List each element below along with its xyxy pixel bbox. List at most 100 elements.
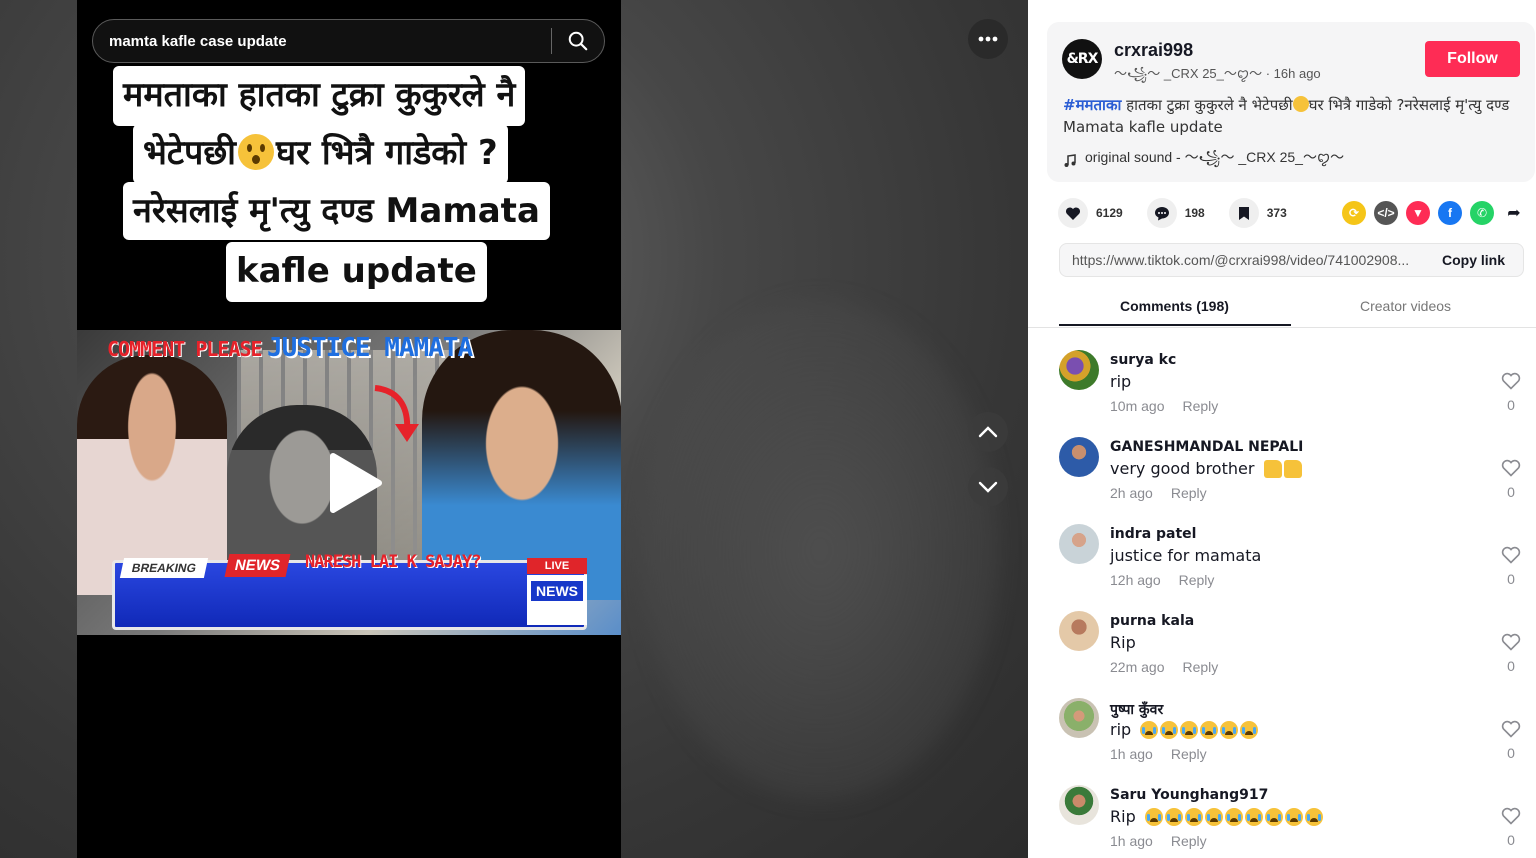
comment-username[interactable]: GANESHMANDAL NEPALI <box>1110 439 1303 455</box>
repost-icon[interactable]: ⟳ <box>1342 201 1366 225</box>
comment-text: very good brother <box>1110 459 1302 478</box>
video-url[interactable]: https://www.tiktok.com/@crxrai998/video/… <box>1060 252 1430 268</box>
reply-button[interactable]: Reply <box>1171 485 1207 501</box>
search-bar[interactable]: mamta kafle case update <box>92 19 605 63</box>
red-arrow-icon <box>374 385 419 442</box>
comment-body: Rip <box>1110 807 1136 826</box>
heart-outline-icon[interactable] <box>1501 720 1521 738</box>
previous-video-button[interactable] <box>968 412 1008 452</box>
comment-like[interactable]: 0 <box>1499 720 1523 761</box>
background-blur <box>640 300 1000 800</box>
avatar[interactable] <box>1059 611 1099 651</box>
comment-meta: 10m ago Reply <box>1110 398 1218 414</box>
thumbnail-comment-text: COMMENT PLEASE <box>107 337 263 361</box>
avatar[interactable] <box>1059 785 1099 825</box>
author-username[interactable]: crxrai998 <box>1114 40 1193 61</box>
embed-icon[interactable]: </> <box>1374 201 1398 225</box>
video-description: #ममताका हातका टुक्रा कुकुरले नै भेटेपछी घ… <box>1063 94 1523 138</box>
crying-face-icon <box>1184 807 1203 826</box>
comment-time: 1h ago <box>1110 833 1153 849</box>
next-video-button[interactable] <box>968 467 1008 507</box>
comment-item: Saru Younghang917 Rip 1h ago Reply 0 <box>1059 775 1521 855</box>
avatar[interactable] <box>1059 437 1099 477</box>
author-subline: 〜꧁〜 _CRX 25_〜ꨄ〜 · 16h ago <box>1114 66 1321 81</box>
comment-item: indra patel justice for mamata 12h ago Re… <box>1059 514 1521 594</box>
send-to-friends-icon[interactable]: ▼ <box>1406 201 1430 225</box>
comment-like-count: 0 <box>1507 397 1515 413</box>
reply-button[interactable]: Reply <box>1171 833 1207 849</box>
comment-time: 2h ago <box>1110 485 1153 501</box>
comment-tabs: Comments (198) Creator videos <box>1028 288 1536 328</box>
reply-button[interactable]: Reply <box>1182 398 1218 414</box>
search-icon[interactable] <box>552 30 604 52</box>
breaking-label: BREAKING <box>119 558 209 578</box>
avatar[interactable] <box>1059 524 1099 564</box>
crying-face-icon <box>1140 720 1159 739</box>
hashtag-link[interactable]: #ममताका <box>1063 96 1121 114</box>
tab-comments[interactable]: Comments (198) <box>1120 298 1229 314</box>
comment-username[interactable]: surya kc <box>1110 352 1176 368</box>
comment-body: justice for mamata <box>1110 546 1262 565</box>
comment-like-count: 0 <box>1507 832 1515 848</box>
more-options-button[interactable] <box>968 19 1008 59</box>
author-avatar[interactable]: &RX <box>1062 39 1102 79</box>
video-stage: mamta kafle case update ममताका हातका टुक… <box>0 0 1028 858</box>
comment-username[interactable]: purna kala <box>1110 613 1194 629</box>
follow-button[interactable]: Follow <box>1425 41 1520 77</box>
comment-like[interactable]: 0 <box>1499 372 1523 413</box>
comment-stat[interactable]: 198 <box>1146 198 1205 228</box>
reply-button[interactable]: Reply <box>1179 572 1215 588</box>
comment-username[interactable]: पुष्पा कुँवर <box>1110 700 1163 719</box>
facebook-icon[interactable]: f <box>1438 201 1462 225</box>
crying-face-icon <box>1224 807 1243 826</box>
comment-like[interactable]: 0 <box>1499 459 1523 500</box>
comment-like[interactable]: 0 <box>1499 633 1523 674</box>
heart-outline-icon[interactable] <box>1501 459 1521 477</box>
heart-icon[interactable] <box>1058 198 1088 228</box>
comment-username[interactable]: indra patel <box>1110 526 1196 542</box>
play-icon[interactable] <box>327 452 383 514</box>
share-icons: ⟳ </> ▼ f ✆ ➦ <box>1342 201 1526 225</box>
chevron-down-icon <box>978 481 998 493</box>
heart-outline-icon[interactable] <box>1501 372 1521 390</box>
whatsapp-icon[interactable]: ✆ <box>1470 201 1494 225</box>
share-arrow-icon[interactable]: ➦ <box>1502 201 1526 225</box>
tab-creator-videos[interactable]: Creator videos <box>1360 298 1451 314</box>
surprised-face-icon <box>238 134 274 170</box>
comment-time: 10m ago <box>1110 398 1165 414</box>
crying-face-icon <box>1220 720 1239 739</box>
sound-link[interactable]: original sound - 〜꧁〜 _CRX 25_〜ꨄ〜 <box>1063 146 1344 175</box>
save-count: 373 <box>1266 206 1287 220</box>
thumbnail-question-text: NARESH LAI K SAJAY? <box>305 552 481 572</box>
avatar[interactable] <box>1059 698 1099 738</box>
search-query[interactable]: mamta kafle case update <box>93 33 551 50</box>
crying-face-icon <box>1144 807 1163 826</box>
heart-outline-icon[interactable] <box>1501 807 1521 825</box>
save-stat[interactable]: 373 <box>1228 198 1287 228</box>
comment-item: GANESHMANDAL NEPALI very good brother 2h… <box>1059 427 1521 507</box>
details-panel: &RX crxrai998 〜꧁〜 _CRX 25_〜ꨄ〜 · 16h ago … <box>1028 0 1536 858</box>
reply-button[interactable]: Reply <box>1182 659 1218 675</box>
video-caption-line-3: नरेसलाई मृ'त्यु दण्ड Mamata <box>123 182 550 240</box>
crying-face-icon <box>1204 807 1223 826</box>
engagement-stats: 6129 198 373 <box>1058 198 1311 228</box>
crying-face-icon <box>1180 720 1199 739</box>
comment-item: पुष्पा कुँवर rip 1h ago Reply 0 <box>1059 688 1521 768</box>
like-stat[interactable]: 6129 <box>1058 198 1123 228</box>
video-caption-line-4: kafle update <box>226 242 487 302</box>
comment-icon[interactable] <box>1146 198 1177 228</box>
comment-like[interactable]: 0 <box>1499 546 1523 587</box>
comment-username[interactable]: Saru Younghang917 <box>1110 787 1268 803</box>
reply-button[interactable]: Reply <box>1171 746 1207 762</box>
news-box: NEWS <box>527 575 587 625</box>
avatar[interactable] <box>1059 350 1099 390</box>
heart-outline-icon[interactable] <box>1501 546 1521 564</box>
comment-meta: 22m ago Reply <box>1110 659 1218 675</box>
bookmark-icon[interactable] <box>1228 198 1259 228</box>
video-caption-line-1: ममताका हातका टुक्रा कुकुरले नै <box>113 66 526 126</box>
comment-like[interactable]: 0 <box>1499 807 1523 848</box>
crying-face-icon <box>1164 807 1183 826</box>
comment-meta: 2h ago Reply <box>1110 485 1207 501</box>
copy-link-button[interactable]: Copy link <box>1430 252 1523 268</box>
heart-outline-icon[interactable] <box>1501 633 1521 651</box>
